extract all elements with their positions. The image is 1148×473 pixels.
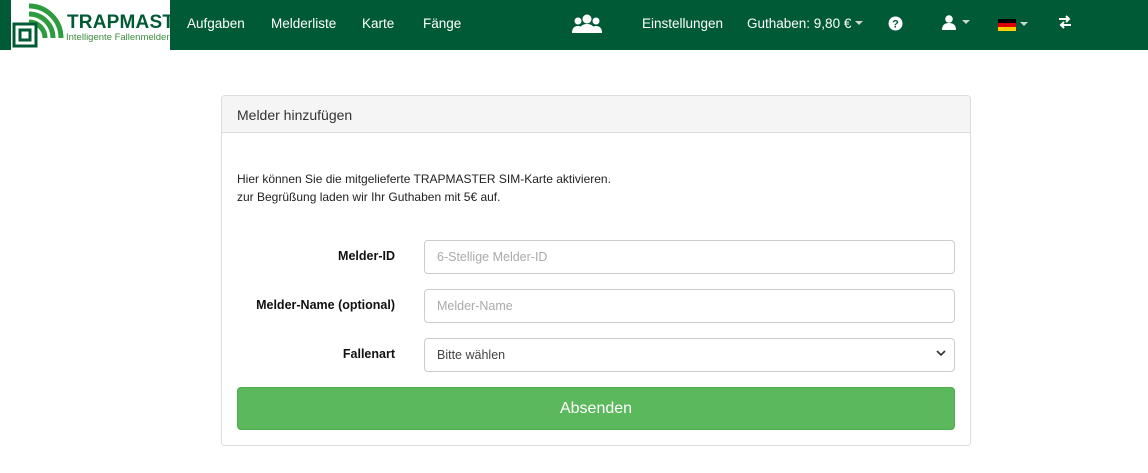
- brand-title: TRAPMASTER: [67, 12, 201, 33]
- nav-item-faenge[interactable]: Fänge: [423, 16, 461, 31]
- intro-line-1: Hier können Sie die mitgelieferte TRAPMA…: [237, 172, 611, 186]
- melder-name-input[interactable]: [424, 289, 955, 323]
- nav-item-einstellungen[interactable]: Einstellungen: [642, 16, 723, 31]
- language-menu[interactable]: [998, 18, 1028, 36]
- melder-name-label: Melder-Name (optional): [256, 298, 395, 312]
- fallenart-selected-value: Bitte wählen: [437, 348, 506, 362]
- help-icon[interactable]: ?: [888, 16, 903, 36]
- signal-logo-icon: [12, 3, 64, 48]
- top-navbar: TRAPMASTER Intelligente Fallenmelder Auf…: [0, 0, 1148, 50]
- svg-text:?: ?: [892, 19, 899, 31]
- user-menu[interactable]: [942, 15, 970, 35]
- balance-label: Guthaben: 9,80 €: [747, 16, 852, 31]
- chevron-down-icon: [855, 21, 864, 26]
- user-icon: [942, 15, 956, 30]
- switch-icon[interactable]: [1058, 15, 1072, 34]
- balance-dropdown[interactable]: Guthaben: 9,80 €: [747, 16, 864, 31]
- nav-item-karte[interactable]: Karte: [362, 16, 394, 31]
- submit-button[interactable]: Absenden: [237, 387, 955, 430]
- melder-id-label: Melder-ID: [338, 249, 395, 263]
- intro-line-2: zur Begrüßung laden wir Ihr Guthaben mit…: [237, 190, 501, 204]
- panel-title: Melder hinzufügen: [222, 96, 970, 133]
- flag-de-icon: [998, 19, 1016, 31]
- melder-id-input[interactable]: [424, 240, 955, 274]
- nav-item-melderliste[interactable]: Melderliste: [271, 16, 336, 31]
- intro-text: Hier können Sie die mitgelieferte TRAPMA…: [237, 170, 611, 206]
- users-icon[interactable]: [571, 13, 603, 40]
- fallenart-select[interactable]: Bitte wählen: [424, 338, 955, 372]
- brand-subtitle: Intelligente Fallenmelder: [66, 32, 170, 43]
- chevron-down-icon: [936, 350, 946, 357]
- chevron-down-icon: [1020, 21, 1028, 26]
- fallenart-label: Fallenart: [342, 347, 395, 361]
- add-melder-panel: Melder hinzufügen Hier können Sie die mi…: [221, 95, 971, 446]
- nav-item-aufgaben[interactable]: Aufgaben: [187, 16, 245, 31]
- chevron-down-icon: [962, 19, 970, 24]
- brand-logo[interactable]: TRAPMASTER Intelligente Fallenmelder: [11, 0, 201, 50]
